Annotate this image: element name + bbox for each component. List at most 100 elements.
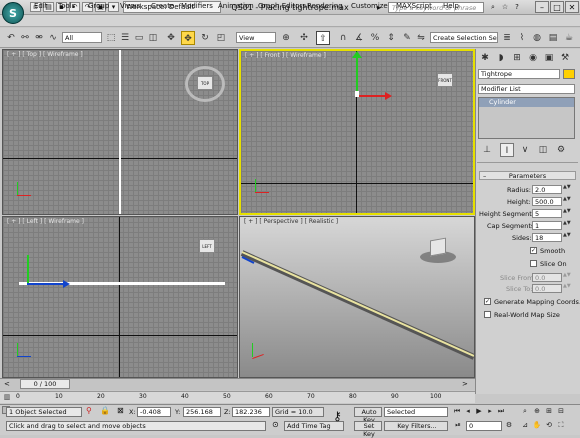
slice-from-spinner[interactable]: ▲▼ <box>563 273 571 281</box>
parameters-rollout-header[interactable]: – Parameters <box>479 171 576 180</box>
gizmo-z-axis-icon[interactable] <box>356 55 358 95</box>
snaps-toggle-icon[interactable]: ∩ <box>336 31 350 45</box>
create-tab-icon[interactable]: ✱ <box>478 51 492 65</box>
viewport-top[interactable]: [ + ] [ Top ] [ Wireframe ] TOP <box>2 49 238 215</box>
previous-frame-icon[interactable]: ◂ <box>463 407 473 416</box>
absolute-mode-icon[interactable]: ⊠ <box>117 406 127 416</box>
render-setup-icon[interactable]: ▤ <box>546 31 560 45</box>
viewcube-icon[interactable]: TOP <box>197 76 213 90</box>
material-editor-icon[interactable]: ◍ <box>530 31 544 45</box>
key-mode-toggle-icon[interactable]: ⏯ <box>453 421 463 430</box>
menu-tools[interactable]: Tools <box>58 1 75 11</box>
viewport-left-label[interactable]: [ + ] [ Left ] [ Wireframe ] <box>7 218 84 225</box>
viewport-front-label[interactable]: [ + ] [ Front ] [ Wireframe ] <box>245 52 326 59</box>
search-icon[interactable]: ⌕ <box>488 3 498 12</box>
remove-modifier-icon[interactable]: ◫ <box>536 143 550 157</box>
time-slider-next-icon[interactable]: > <box>462 379 474 389</box>
sides-field[interactable]: 18 <box>532 233 562 242</box>
height-spinner[interactable]: ▲▼ <box>563 197 571 205</box>
viewport-front[interactable]: [ + ] [ Front ] [ Wireframe ] FRONT <box>239 49 475 215</box>
modify-tab-icon[interactable]: ◗ <box>494 51 508 65</box>
menu-group[interactable]: Group <box>88 1 109 11</box>
menu-help[interactable]: Help <box>443 1 459 11</box>
utilities-tab-icon[interactable]: ⚒ <box>558 51 572 65</box>
key-filters-button[interactable]: Key Filters... <box>384 421 448 431</box>
selection-filter-dropdown[interactable]: All <box>62 32 102 43</box>
percent-snap-icon[interactable]: % <box>368 31 382 45</box>
viewport-perspective[interactable]: [ + ] [ Perspective ] [ Realistic ] <box>239 216 475 378</box>
make-unique-icon[interactable]: ∨ <box>518 143 532 157</box>
subscription-icon[interactable]: ☆ <box>500 3 510 12</box>
cap-segments-field[interactable]: 1 <box>532 221 562 230</box>
tightrope-object-top[interactable] <box>119 50 121 214</box>
slice-to-spinner[interactable]: ▲▼ <box>563 284 571 292</box>
zoom-all-icon[interactable]: ⊕ <box>532 407 542 416</box>
menu-create[interactable]: Create <box>151 1 174 11</box>
y-coordinate-field[interactable]: 256.168 <box>183 407 221 417</box>
minimize-button[interactable]: – <box>535 1 549 13</box>
object-name-field[interactable]: Tightrope <box>478 69 560 79</box>
stack-item-cylinder[interactable]: Cylinder <box>479 98 574 107</box>
menu-edit[interactable]: Edit <box>34 1 48 11</box>
scale-icon[interactable]: ◰ <box>214 31 228 45</box>
unlink-icon[interactable]: ⚮ <box>32 31 46 45</box>
orbit-icon[interactable]: ⟲ <box>544 421 554 430</box>
sides-spinner[interactable]: ▲▼ <box>563 233 571 241</box>
current-frame-field[interactable]: 0 <box>466 421 502 431</box>
select-move-icon[interactable]: ✥ <box>164 31 178 45</box>
tightrope-object-front[interactable] <box>355 91 359 97</box>
menu-modifiers[interactable]: Modifiers <box>181 1 213 11</box>
time-configuration-icon[interactable]: ⚙ <box>504 421 514 430</box>
curve-editor-icon[interactable]: ⌇ <box>515 31 529 45</box>
help-icon[interactable]: ? <box>512 3 522 12</box>
select-object-icon[interactable]: ⬚ <box>104 31 118 45</box>
menu-customize[interactable]: Customize <box>351 1 388 11</box>
project-folder-icon[interactable]: ▾ <box>108 2 119 12</box>
close-button[interactable]: ✕ <box>565 1 579 13</box>
real-world-checkbox[interactable] <box>484 311 491 318</box>
menu-views[interactable]: Views <box>120 1 140 11</box>
viewcube-icon[interactable]: FRONT <box>437 73 453 87</box>
height-field[interactable]: 500.0 <box>532 197 562 206</box>
key-mode-dropdown[interactable]: Selected <box>384 407 448 417</box>
z-coordinate-field[interactable]: 182.236 <box>232 407 270 417</box>
gizmo-y-axis-icon[interactable] <box>27 283 65 285</box>
select-move-active-icon[interactable]: ✥ <box>181 31 195 45</box>
menu-graph-editors[interactable]: Graph Editors <box>258 1 306 11</box>
set-key-button[interactable]: Set Key <box>354 421 382 438</box>
window-crossing-icon[interactable]: ◫ <box>146 31 160 45</box>
go-to-start-icon[interactable]: ⏮ <box>452 407 462 416</box>
time-tag-icon[interactable]: ⊙ <box>272 420 282 430</box>
link-icon[interactable]: ⚯ <box>18 31 32 45</box>
time-slider-track[interactable] <box>0 378 475 390</box>
slice-on-checkbox[interactable] <box>530 260 537 267</box>
rotate-icon[interactable]: ↻ <box>198 31 212 45</box>
isolate-selection-icon[interactable]: ⚲ <box>86 406 96 416</box>
timeline-ruler[interactable] <box>0 391 475 403</box>
zoom-icon[interactable]: ⌕ <box>520 407 530 416</box>
angle-snap-icon[interactable]: ∡ <box>352 31 366 45</box>
viewport-top-label[interactable]: [ + ] [ Top ] [ Wireframe ] <box>7 51 83 58</box>
pan-icon[interactable]: ✋ <box>532 421 542 430</box>
keyboard-shortcut-override-icon[interactable]: ⇧ <box>316 31 330 45</box>
smooth-checkbox[interactable]: ✓ <box>530 247 537 254</box>
menu-animation[interactable]: Animation <box>218 1 254 11</box>
undo-tool-icon[interactable]: ↶ <box>4 31 18 45</box>
mirror-icon[interactable]: ⇋ <box>414 31 428 45</box>
selection-lock-icon[interactable]: 🔒 <box>100 406 110 416</box>
auto-key-button[interactable]: Auto Key <box>354 407 382 424</box>
slice-to-field[interactable]: 0.0 <box>532 284 562 293</box>
menu-rendering[interactable]: Rendering <box>307 1 343 11</box>
radius-field[interactable]: 2.0 <box>532 185 562 194</box>
field-of-view-icon[interactable]: ⊿ <box>520 421 530 430</box>
pin-stack-icon[interactable]: ⊥ <box>480 143 494 157</box>
zoom-extents-all-icon[interactable]: ⊟ <box>556 407 566 416</box>
gizmo-z-axis-icon[interactable] <box>27 255 29 285</box>
next-frame-icon[interactable]: ▸ <box>485 407 495 416</box>
maximize-button[interactable]: □ <box>550 1 564 13</box>
time-slider-prev-icon[interactable]: < <box>4 379 18 389</box>
render-icon[interactable]: ☕ <box>562 31 576 45</box>
rectangular-selection-icon[interactable]: ▭ <box>132 31 146 45</box>
bind-spacewarp-icon[interactable]: ∿ <box>46 31 60 45</box>
app-logo-icon[interactable]: S <box>2 2 24 24</box>
